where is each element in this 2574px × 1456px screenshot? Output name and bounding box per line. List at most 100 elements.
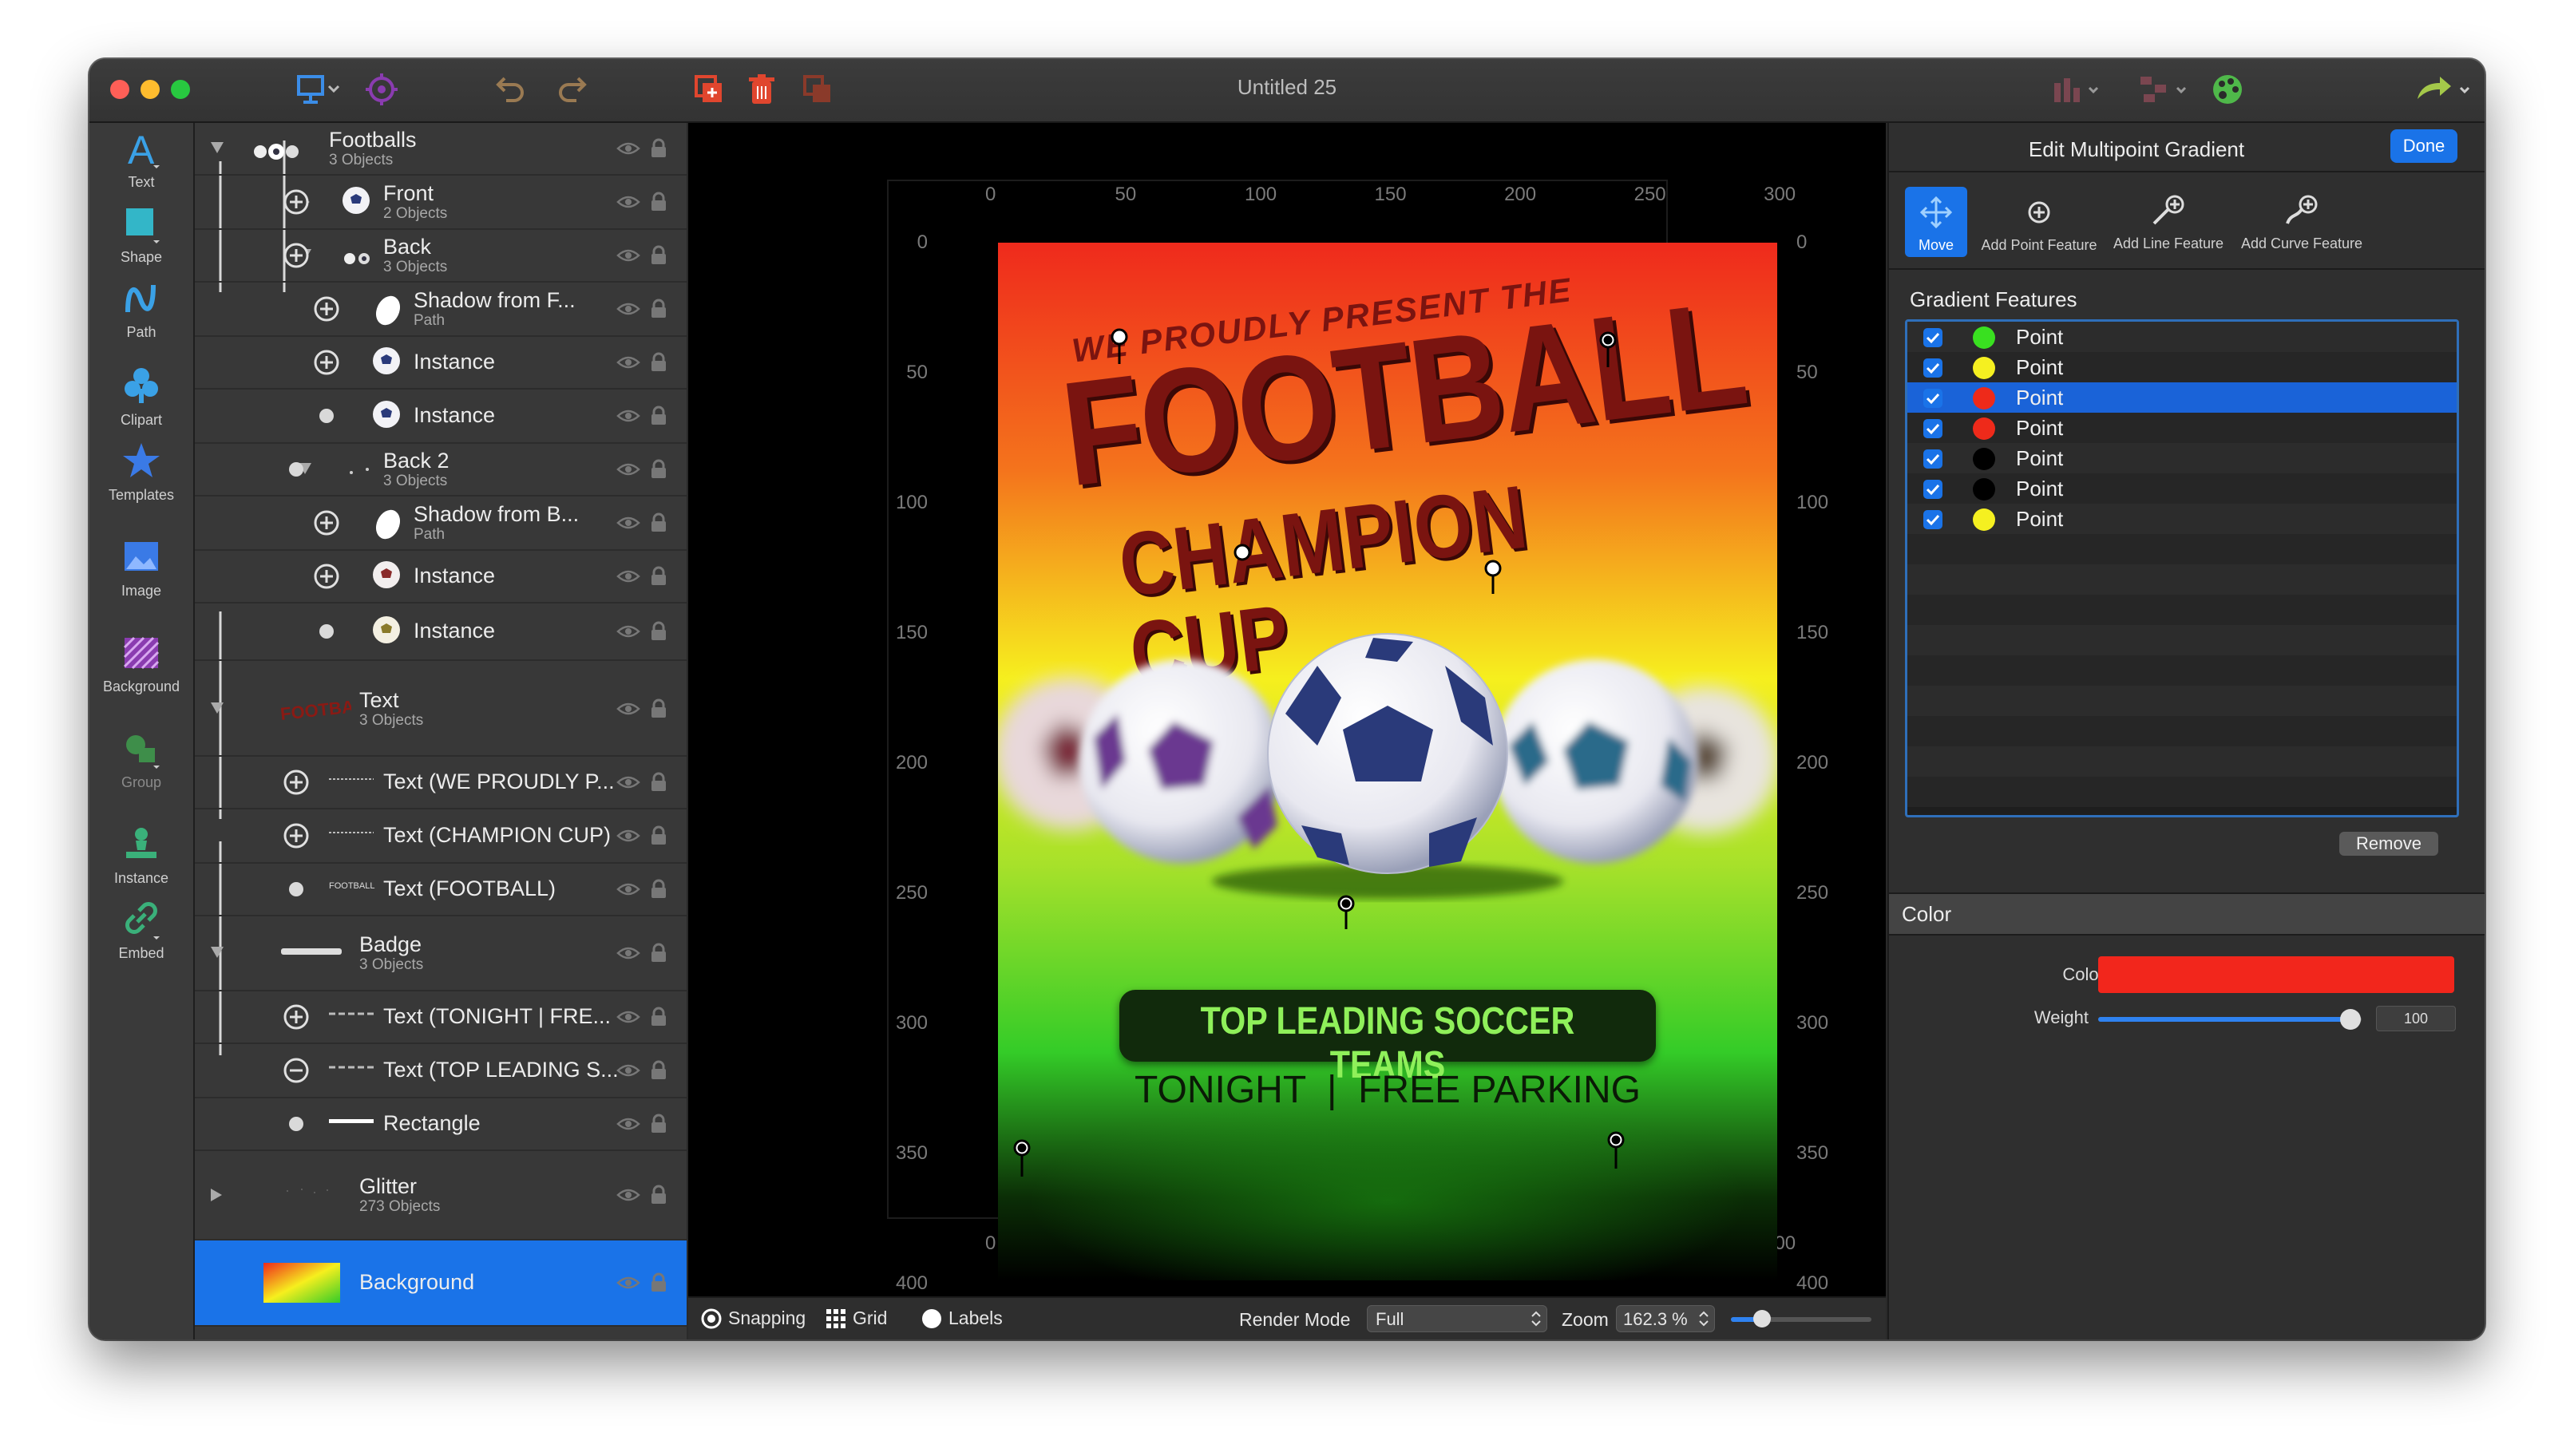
lock-icon[interactable] bbox=[650, 138, 667, 159]
visibility-eye-icon[interactable] bbox=[616, 1116, 640, 1132]
mask-node-icon[interactable] bbox=[313, 618, 340, 649]
hierarchy-menu-button[interactable] bbox=[2133, 69, 2197, 110]
share-menu-button[interactable] bbox=[2413, 69, 2477, 110]
mask-node-icon[interactable] bbox=[283, 456, 310, 487]
gradient-feature-row[interactable]: Point bbox=[1907, 352, 2457, 382]
gradient-feature-row[interactable]: Point bbox=[1907, 473, 2457, 504]
add-mask-icon[interactable] bbox=[283, 822, 310, 853]
remove-button[interactable]: Remove bbox=[2339, 832, 2438, 856]
layer-row[interactable]: Back 23 Objects bbox=[195, 444, 687, 497]
add-mask-icon[interactable] bbox=[313, 563, 340, 594]
layer-row[interactable]: Instance bbox=[195, 551, 687, 603]
visibility-eye-icon[interactable] bbox=[616, 1009, 640, 1025]
gradient-feature-row[interactable]: Point bbox=[1907, 382, 2457, 413]
gradient-feature-row[interactable]: Point bbox=[1907, 413, 2457, 443]
zoom-slider[interactable] bbox=[1731, 1310, 1871, 1327]
gradient-feature-row[interactable]: Point bbox=[1907, 443, 2457, 473]
add-mask-icon[interactable] bbox=[313, 295, 340, 326]
group-tool[interactable]: Group bbox=[89, 725, 193, 791]
visibility-eye-icon[interactable] bbox=[616, 461, 640, 477]
snapping-toggle[interactable]: Snapping bbox=[701, 1308, 806, 1329]
lock-icon[interactable] bbox=[650, 352, 667, 373]
visibility-eye-icon[interactable] bbox=[616, 515, 640, 531]
layer-row[interactable]: Instance bbox=[195, 337, 687, 390]
disclosure-down-icon[interactable] bbox=[211, 142, 225, 156]
render-mode-select[interactable]: Full bbox=[1367, 1305, 1547, 1332]
done-button[interactable]: Done bbox=[2390, 129, 2457, 163]
feature-checkbox[interactable] bbox=[1923, 328, 1942, 347]
feature-checkbox[interactable] bbox=[1923, 358, 1942, 378]
visibility-eye-icon[interactable] bbox=[616, 1275, 640, 1291]
visibility-eye-icon[interactable] bbox=[616, 140, 640, 156]
add-curve-feature-tool[interactable]: Add Curve Feature bbox=[2234, 187, 2370, 257]
visibility-eye-icon[interactable] bbox=[616, 194, 640, 210]
add-mask-icon[interactable] bbox=[283, 242, 310, 273]
disclosure-down-icon[interactable] bbox=[211, 702, 225, 717]
add-mask-icon[interactable] bbox=[283, 769, 310, 800]
feature-checkbox[interactable] bbox=[1923, 449, 1942, 469]
lock-icon[interactable] bbox=[650, 1114, 667, 1134]
layer-row[interactable]: Text (TOP LEADING S... bbox=[195, 1044, 687, 1098]
visibility-eye-icon[interactable] bbox=[616, 945, 640, 961]
lock-icon[interactable] bbox=[650, 192, 667, 212]
layer-row[interactable]: Shadow from B... Path bbox=[195, 497, 687, 551]
weight-field[interactable]: 100 bbox=[2376, 1006, 2456, 1031]
visibility-eye-icon[interactable] bbox=[616, 1187, 640, 1203]
lock-icon[interactable] bbox=[650, 566, 667, 587]
add-mask-icon[interactable] bbox=[313, 509, 340, 540]
layer-row[interactable]: Text (TONIGHT | FRE... bbox=[195, 991, 687, 1044]
layer-row[interactable]: Badge 3 Objects bbox=[195, 916, 687, 991]
add-mask-icon[interactable] bbox=[283, 188, 310, 220]
gradient-features-list[interactable]: Point Point Point Point Point Point Poin… bbox=[1905, 319, 2459, 817]
visibility-eye-icon[interactable] bbox=[616, 247, 640, 263]
zoom-stepper-icon[interactable] bbox=[1698, 1309, 1709, 1328]
lock-icon[interactable] bbox=[650, 1185, 667, 1205]
mask-node-icon[interactable] bbox=[283, 876, 310, 907]
gradient-feature-row[interactable]: Point bbox=[1907, 322, 2457, 352]
chart-menu-button[interactable] bbox=[2045, 69, 2109, 110]
canvas-area[interactable]: 0050501001001501502002002502503003000050… bbox=[688, 123, 1886, 1296]
disclosure-down-icon[interactable] bbox=[211, 947, 225, 961]
layer-row[interactable]: Text (WE PROUDLY P... bbox=[195, 757, 687, 809]
lock-icon[interactable] bbox=[650, 299, 667, 319]
move-tool[interactable]: Move bbox=[1905, 187, 1967, 257]
feature-checkbox[interactable] bbox=[1923, 480, 1942, 499]
add-point-feature-tool[interactable]: Add Point Feature bbox=[1975, 187, 2103, 257]
visibility-eye-icon[interactable] bbox=[616, 301, 640, 317]
lock-icon[interactable] bbox=[650, 245, 667, 266]
mask-node-icon[interactable] bbox=[283, 1110, 310, 1141]
lock-icon[interactable] bbox=[650, 698, 667, 719]
lock-icon[interactable] bbox=[650, 1272, 667, 1293]
visibility-eye-icon[interactable] bbox=[616, 1062, 640, 1078]
visibility-eye-icon[interactable] bbox=[616, 774, 640, 790]
image-tool[interactable]: Image bbox=[89, 533, 193, 599]
clipart-tool[interactable]: Clipart bbox=[89, 362, 193, 429]
lock-icon[interactable] bbox=[650, 772, 667, 793]
add-line-feature-tool[interactable]: Add Line Feature bbox=[2106, 187, 2231, 257]
lock-icon[interactable] bbox=[650, 406, 667, 426]
embed-tool[interactable]: Embed bbox=[89, 896, 193, 962]
visibility-eye-icon[interactable] bbox=[616, 568, 640, 584]
layer-row[interactable]: Instance bbox=[195, 603, 687, 661]
layer-row[interactable]: FOOTBALL Text 3 Objects bbox=[195, 663, 687, 757]
visibility-eye-icon[interactable] bbox=[616, 701, 640, 717]
lock-icon[interactable] bbox=[650, 1060, 667, 1081]
visibility-eye-icon[interactable] bbox=[616, 623, 640, 639]
visibility-eye-icon[interactable] bbox=[616, 354, 640, 370]
remove-mask-icon[interactable] bbox=[283, 1057, 310, 1088]
color-well[interactable] bbox=[2098, 956, 2454, 993]
layer-row[interactable]: Rectangle bbox=[195, 1098, 687, 1151]
add-mask-icon[interactable] bbox=[283, 1003, 310, 1035]
templates-tool[interactable]: Templates bbox=[89, 437, 193, 504]
layer-row[interactable]: FOOTBALL Text (FOOTBALL) bbox=[195, 864, 687, 916]
weight-slider[interactable] bbox=[2098, 1009, 2362, 1030]
gradient-feature-row[interactable]: Point bbox=[1907, 504, 2457, 534]
grid-toggle[interactable]: Grid bbox=[826, 1308, 887, 1329]
gradient-handles[interactable] bbox=[688, 123, 1886, 1296]
zoom-field[interactable]: 162.3 % bbox=[1616, 1305, 1715, 1332]
layer-row[interactable]: Text (CHAMPION CUP) bbox=[195, 809, 687, 864]
weight-slider-knob[interactable] bbox=[2340, 1009, 2361, 1030]
color-palette-button[interactable] bbox=[2204, 69, 2251, 110]
labels-toggle[interactable]: Labels bbox=[921, 1308, 1003, 1329]
lock-icon[interactable] bbox=[650, 879, 667, 900]
